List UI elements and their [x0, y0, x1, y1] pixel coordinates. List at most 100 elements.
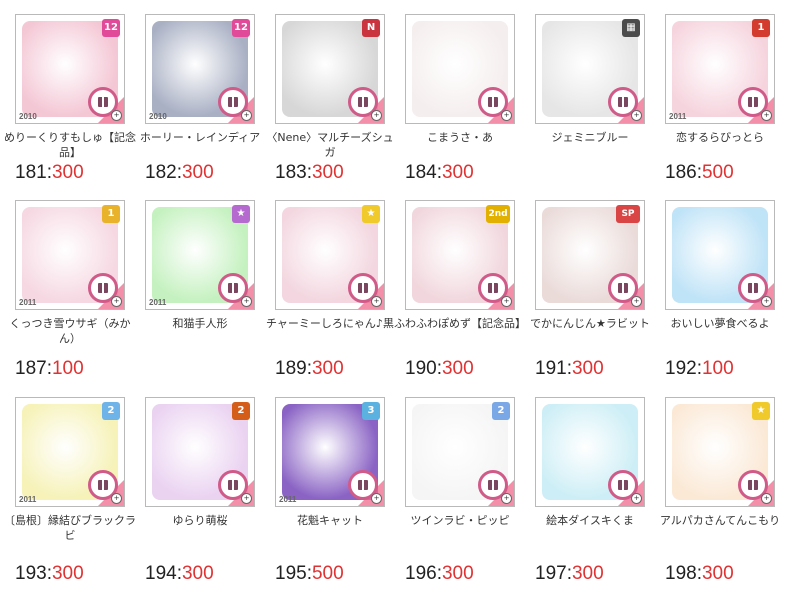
item-number: 182:	[145, 162, 182, 183]
item-thumbnail[interactable]: +2011 2	[15, 397, 125, 507]
item-thumbnail[interactable]: +2010 12	[15, 14, 125, 124]
item-price-line: 187:100	[15, 358, 147, 380]
item-thumbnail[interactable]: + ★	[665, 397, 775, 507]
item-thumbnail[interactable]: + N	[275, 14, 385, 124]
item-badge-icon: ★	[362, 205, 380, 223]
zoom-icon[interactable]: +	[371, 493, 382, 504]
zoom-icon[interactable]: +	[241, 296, 252, 307]
item-thumbnail[interactable]: +2	[145, 397, 255, 507]
item-thumbnail[interactable]: +2nd	[405, 200, 515, 310]
item-badge-icon: 1	[752, 19, 770, 37]
item-thumbnail[interactable]: +2	[405, 397, 515, 507]
item-cell[interactable]: +2 ゆらり萌桜 194:300	[145, 397, 277, 585]
item-year: 2011	[19, 298, 37, 307]
zoom-icon[interactable]: +	[761, 110, 772, 121]
item-name: ジェミニブルー	[551, 131, 629, 144]
item-cell[interactable]: +2011 2 〔島根〕縁結びブラックラビ 193:300	[4, 397, 147, 585]
zoom-icon[interactable]: +	[371, 110, 382, 121]
zoom-icon[interactable]: +	[501, 296, 512, 307]
item-cell[interactable]: +2011 1 くっつき雪ウサギ（みかん） 187:100	[10, 200, 147, 380]
item-cell[interactable]: + ★ アルパカさんてんこもり 198:300	[660, 397, 797, 585]
item-cell[interactable]: + SP でかにんじん★ラビット 191:300	[530, 200, 667, 380]
item-cell[interactable]: + ▦ ジェミニブルー	[535, 14, 667, 160]
item-price-line: 182:300	[145, 162, 277, 184]
item-price-line: 186:500	[665, 162, 797, 184]
item-price-line: 194:300	[145, 563, 277, 585]
item-cell[interactable]: + N 〈Nene〉マルチーズシュガ 183:300	[266, 14, 407, 184]
item-name: めりーくりすもしゅ【記念品】	[4, 131, 136, 159]
item-badge-icon: 2	[492, 402, 510, 420]
item-thumbnail[interactable]: +2011 1	[15, 200, 125, 310]
item-badge-icon: 2nd	[486, 205, 510, 223]
item-cell[interactable]: +2011 3 花魁キャット 195:500	[275, 397, 407, 585]
item-price-line: 181:300	[15, 162, 147, 184]
item-number: 197:	[535, 563, 572, 584]
item-badge-icon: 2	[232, 402, 250, 420]
item-price-line: 192:100	[665, 358, 797, 380]
item-number: 195:	[275, 563, 312, 584]
item-name: ツインラビ・ピッピ	[410, 514, 510, 527]
item-number: 187:	[15, 358, 52, 379]
item-thumbnail[interactable]: + SP	[535, 200, 645, 310]
zoom-icon[interactable]: +	[241, 493, 252, 504]
item-cell[interactable]: +2010 12 ホーリー・レインディア 182:300	[140, 14, 277, 184]
zoom-icon[interactable]: +	[241, 110, 252, 121]
zoom-icon[interactable]: +	[761, 493, 772, 504]
item-name: ゆらり萌桜	[172, 514, 228, 527]
item-badge-icon: 2	[102, 402, 120, 420]
zoom-icon[interactable]: +	[111, 493, 122, 504]
item-cell[interactable]: + おいしい夢食べるよ 192:100	[665, 200, 797, 380]
item-thumbnail[interactable]: +2011 1	[665, 14, 775, 124]
zoom-icon[interactable]: +	[501, 110, 512, 121]
item-thumbnail[interactable]: +	[405, 14, 515, 124]
item-thumbnail[interactable]: +	[665, 200, 775, 310]
item-price: 300	[441, 563, 474, 584]
item-price-line: 197:300	[535, 563, 667, 585]
item-thumbnail[interactable]: +2011 3	[275, 397, 385, 507]
item-thumbnail[interactable]: + ▦	[535, 14, 645, 124]
zoom-icon[interactable]: +	[631, 493, 642, 504]
item-year: 2011	[19, 495, 37, 504]
item-price-line: 198:300	[665, 563, 797, 585]
item-badge-icon: 12	[102, 19, 120, 37]
item-number: 184:	[405, 162, 442, 183]
item-name: ふわふわぽめず【記念品】	[394, 317, 526, 330]
item-cell[interactable]: +2011 ★ 和猫手人形	[145, 200, 277, 346]
item-thumbnail[interactable]: +	[535, 397, 645, 507]
item-name: 〔島根〕縁結びブラックラビ	[4, 514, 136, 542]
zoom-icon[interactable]: +	[631, 296, 642, 307]
item-thumbnail[interactable]: + ★	[275, 200, 385, 310]
item-price-line: 183:300	[275, 162, 407, 184]
item-price-line: 196:300	[405, 563, 537, 585]
item-cell[interactable]: +2nd ふわふわぽめず【記念品】 190:300	[394, 200, 537, 380]
item-badge-icon: SP	[616, 205, 640, 223]
zoom-icon[interactable]: +	[631, 110, 642, 121]
zoom-icon[interactable]: +	[371, 296, 382, 307]
item-price: 300	[311, 162, 344, 183]
item-name: でかにんじん★ラビット	[530, 317, 650, 330]
item-thumbnail[interactable]: +2011 ★	[145, 200, 255, 310]
item-badge-icon: ▦	[622, 19, 640, 37]
zoom-icon[interactable]: +	[761, 296, 772, 307]
item-thumbnail[interactable]: +2010 12	[145, 14, 255, 124]
zoom-icon[interactable]: +	[111, 110, 122, 121]
item-cell[interactable]: + こまうさ・あ 184:300	[405, 14, 537, 184]
item-cell[interactable]: +2010 12 めりーくりすもしゅ【記念品】 181:300	[4, 14, 147, 184]
item-badge-icon: 3	[362, 402, 380, 420]
item-price: 300	[571, 358, 604, 379]
item-price-line: 190:300	[405, 358, 537, 380]
item-cell[interactable]: + ★ チャーミーしろにゃん♪黒 189:300	[266, 200, 407, 380]
item-number: 190:	[405, 358, 442, 379]
item-badge-icon: ★	[752, 402, 770, 420]
item-cell[interactable]: +2011 1 恋するらびっとら 186:500	[665, 14, 797, 184]
item-price: 100	[51, 358, 84, 379]
item-price: 300	[311, 358, 344, 379]
zoom-icon[interactable]: +	[111, 296, 122, 307]
item-cell[interactable]: + 絵本ダイスキくま 197:300	[535, 397, 667, 585]
zoom-icon[interactable]: +	[501, 493, 512, 504]
item-year: 2011	[669, 112, 687, 121]
item-name: くっつき雪ウサギ（みかん）	[9, 317, 131, 345]
item-year: 2010	[19, 112, 37, 121]
item-cell[interactable]: +2 ツインラビ・ピッピ 196:300	[405, 397, 537, 585]
item-name: アルパカさんてんこもり	[659, 514, 781, 527]
